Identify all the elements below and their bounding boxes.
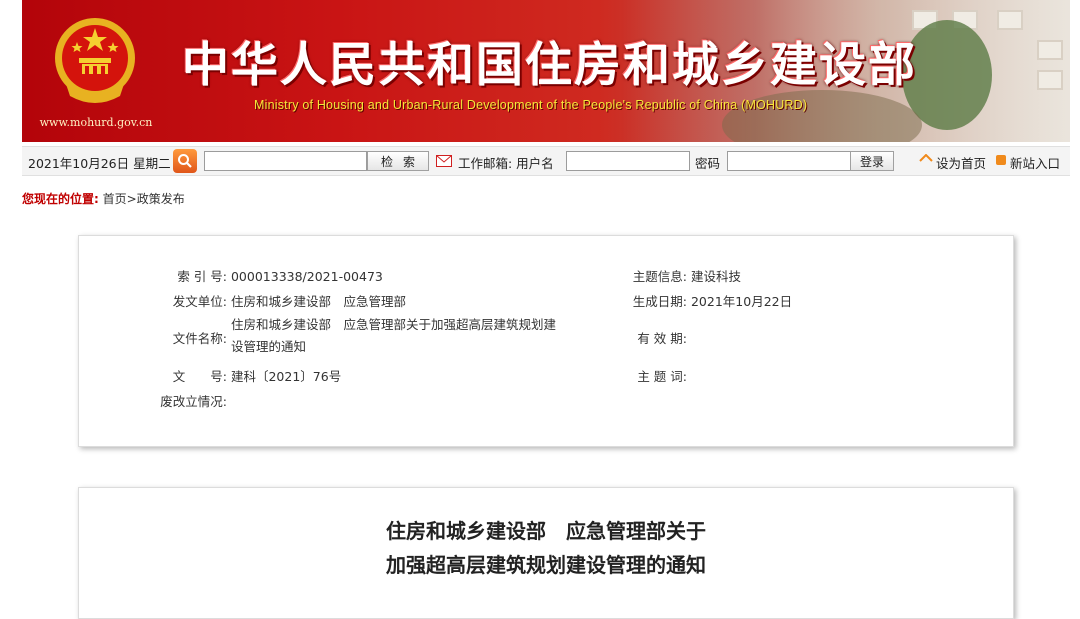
document-title: 住房和城乡建设部 应急管理部关于 加强超高层建筑规划建设管理的通知 bbox=[79, 514, 1013, 582]
username-input[interactable] bbox=[566, 151, 690, 171]
site-url: www.mohurd.gov.cn bbox=[39, 116, 153, 129]
building-window-decoration bbox=[1037, 70, 1063, 90]
home-icon bbox=[919, 153, 933, 169]
new-site-icon bbox=[996, 155, 1006, 165]
site-subtitle: Ministry of Housing and Urban-Rural Deve… bbox=[254, 98, 808, 112]
set-homepage-link[interactable]: 设为首页 bbox=[936, 153, 986, 172]
issuer-label: 发文单位: bbox=[172, 294, 227, 309]
doc-number-row: 文 号: 建科〔2021〕76号 bbox=[157, 366, 341, 385]
validity-label: 有 效 期: bbox=[637, 331, 687, 346]
issuer-row: 发文单位: 住房和城乡建设部 应急管理部 bbox=[157, 291, 406, 310]
document-title-line-1: 住房和城乡建设部 应急管理部关于 bbox=[386, 519, 706, 543]
topic-label: 主题信息: bbox=[632, 269, 687, 284]
search-input[interactable] bbox=[204, 151, 367, 171]
generated-date-label: 生成日期: bbox=[632, 294, 687, 309]
revision-status-row: 废改立情况: bbox=[153, 391, 227, 410]
breadcrumb-home-link[interactable]: 首页 bbox=[103, 192, 127, 206]
site-title: 中华人民共和国住房和城乡建设部 bbox=[182, 38, 917, 93]
search-button[interactable]: 检索 bbox=[367, 151, 429, 171]
site-banner: www.mohurd.gov.cn 中华人民共和国住房和城乡建设部 Minist… bbox=[22, 0, 1070, 142]
filename-row: 文件名称: bbox=[157, 328, 227, 347]
work-mail-label: 工作邮箱: 用户名 bbox=[458, 156, 554, 171]
index-number-value: 000013338/2021-00473 bbox=[230, 269, 383, 284]
revision-status-label: 废改立情况: bbox=[160, 394, 227, 409]
search-icon[interactable] bbox=[173, 149, 197, 173]
validity-row: 有 效 期: bbox=[617, 328, 687, 347]
keywords-label: 主 题 词: bbox=[637, 369, 687, 384]
doc-number-label: 文 号: bbox=[172, 369, 227, 384]
building-window-decoration bbox=[1037, 40, 1063, 60]
breadcrumb: 您现在的位置: 首页>政策发布 bbox=[22, 190, 185, 207]
topic-row: 主题信息: 建设科技 bbox=[617, 266, 741, 285]
breadcrumb-separator: > bbox=[126, 192, 137, 206]
index-number-row: 索 引 号: 000013338/2021-00473 bbox=[157, 266, 383, 285]
login-button[interactable]: 登录 bbox=[850, 151, 894, 171]
building-window-decoration bbox=[997, 10, 1023, 30]
filename-label: 文件名称: bbox=[172, 331, 227, 346]
password-label: 密码 bbox=[695, 156, 721, 171]
document-content-card: 住房和城乡建设部 应急管理部关于 加强超高层建筑规划建设管理的通知 bbox=[78, 487, 1014, 619]
mail-icon bbox=[436, 155, 452, 170]
index-number-label: 索 引 号: bbox=[177, 269, 227, 284]
new-site-link[interactable]: 新站入口 bbox=[1010, 153, 1060, 172]
generated-date-value: 2021年10月22日 bbox=[690, 294, 793, 309]
doc-number-value: 建科〔2021〕76号 bbox=[230, 369, 342, 384]
keywords-row: 主 题 词: bbox=[617, 366, 687, 385]
breadcrumb-current[interactable]: 政策发布 bbox=[137, 192, 185, 206]
filename-value: 住房和城乡建设部 应急管理部关于加强超高层建筑规划建设管理的通知 bbox=[231, 317, 557, 354]
breadcrumb-label: 您现在的位置: bbox=[22, 192, 99, 206]
issuer-value: 住房和城乡建设部 应急管理部 bbox=[230, 294, 406, 309]
password-input[interactable] bbox=[727, 151, 851, 171]
document-metadata-card: 索 引 号: 000013338/2021-00473 发文单位: 住房和城乡建… bbox=[78, 235, 1014, 447]
national-emblem-icon bbox=[55, 18, 135, 103]
current-date: 2021年10月26日 星期二 bbox=[28, 156, 171, 171]
top-toolbar: 2021年10月26日 星期二 检索 工作邮箱: 用户名 密码 登录 设为首页 … bbox=[22, 146, 1070, 176]
topic-value: 建设科技 bbox=[690, 269, 741, 284]
generated-date-row: 生成日期: 2021年10月22日 bbox=[617, 291, 792, 310]
document-title-line-2: 加强超高层建筑规划建设管理的通知 bbox=[386, 553, 706, 577]
